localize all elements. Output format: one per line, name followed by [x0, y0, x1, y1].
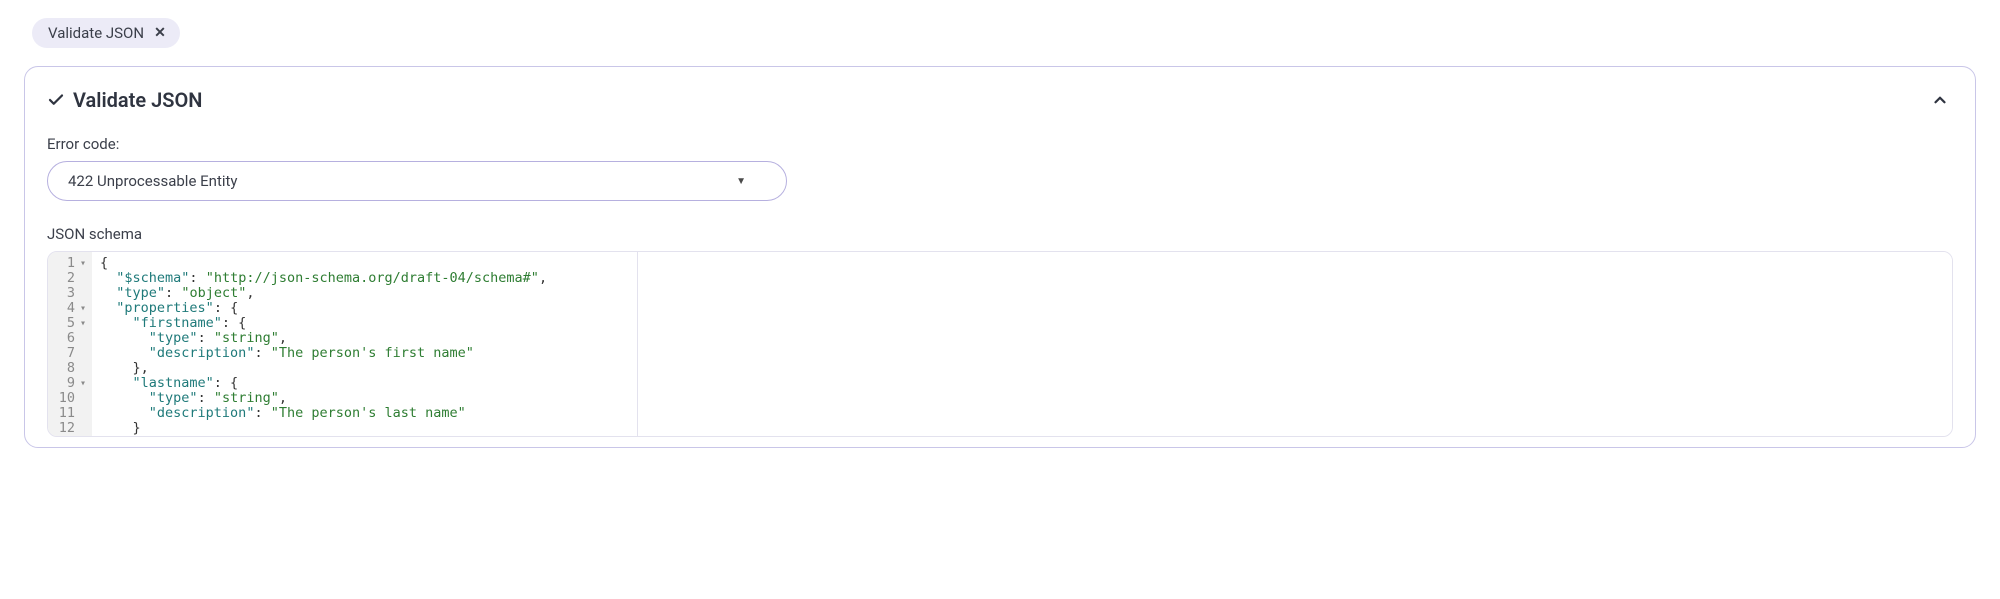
code-line: "type": "object",: [100, 286, 629, 301]
code-line: "firstname": {: [100, 316, 629, 331]
gutter-line: 1▾: [58, 256, 86, 271]
gutter-line: 6: [58, 331, 86, 346]
code-line: "type": "string",: [100, 331, 629, 346]
validate-json-panel: Validate JSON Error code: 422 Unprocessa…: [24, 66, 1976, 448]
code-line: "$schema": "http://json-schema.org/draft…: [100, 271, 629, 286]
error-code-value: 422 Unprocessable Entity: [68, 172, 238, 190]
error-code-label: Error code:: [47, 135, 1953, 153]
code-line: "properties": {: [100, 301, 629, 316]
panel-title-text: Validate JSON: [73, 88, 202, 112]
code-line: "description": "The person's last name": [100, 406, 629, 421]
error-code-select[interactable]: 422 Unprocessable Entity ▼: [47, 161, 787, 201]
gutter-line: 2: [58, 271, 86, 286]
gutter-line: 8: [58, 361, 86, 376]
json-schema-editor[interactable]: 1▾234▾5▾6789▾101112 { "$schema": "http:/…: [47, 251, 1953, 437]
check-icon: [47, 91, 65, 109]
fold-toggle-icon[interactable]: ▾: [78, 376, 86, 391]
panel-header: Validate JSON: [47, 87, 1953, 113]
code-line: },: [100, 361, 629, 376]
gutter-line: 3: [58, 286, 86, 301]
close-icon[interactable]: ✕: [154, 25, 166, 41]
gutter-line: 12: [58, 421, 86, 436]
editor-empty-pane: [638, 252, 1952, 436]
gutter-line: 9▾: [58, 376, 86, 391]
fold-toggle-icon[interactable]: ▾: [78, 256, 86, 271]
code-line: {: [100, 256, 629, 271]
code-line: }: [100, 421, 629, 436]
chevron-up-icon[interactable]: [1927, 87, 1953, 113]
chip-label: Validate JSON: [48, 24, 144, 42]
editor-code[interactable]: { "$schema": "http://json-schema.org/dra…: [92, 252, 637, 436]
fold-toggle-icon[interactable]: ▾: [78, 301, 86, 316]
gutter-line: 7: [58, 346, 86, 361]
gutter-line: 5▾: [58, 316, 86, 331]
editor-gutter: 1▾234▾5▾6789▾101112: [48, 252, 92, 436]
code-line: "description": "The person's first name": [100, 346, 629, 361]
panel-title: Validate JSON: [47, 88, 202, 112]
code-line: "type": "string",: [100, 391, 629, 406]
gutter-line: 4▾: [58, 301, 86, 316]
editor-pane: 1▾234▾5▾6789▾101112 { "$schema": "http:/…: [48, 252, 638, 436]
error-code-select-wrap: 422 Unprocessable Entity ▼: [47, 161, 787, 201]
caret-down-icon: ▼: [736, 176, 746, 187]
validate-json-chip[interactable]: Validate JSON ✕: [32, 18, 180, 48]
gutter-line: 10: [58, 391, 86, 406]
gutter-line: 11: [58, 406, 86, 421]
fold-toggle-icon[interactable]: ▾: [78, 316, 86, 331]
json-schema-label: JSON schema: [47, 225, 1953, 243]
code-line: "lastname": {: [100, 376, 629, 391]
